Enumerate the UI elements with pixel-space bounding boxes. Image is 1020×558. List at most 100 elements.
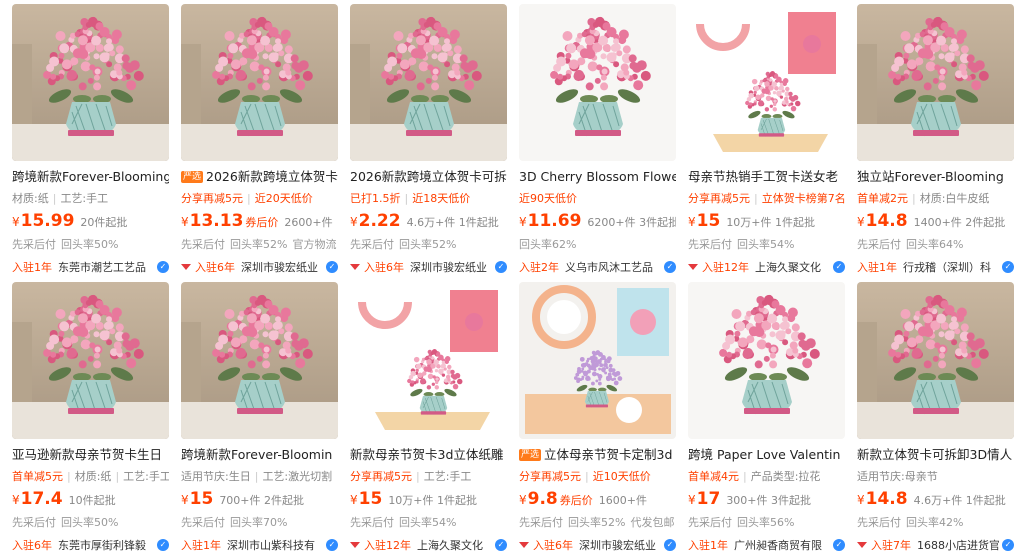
product-title[interactable]: 跨境新款Forever-Blooming bbox=[12, 168, 169, 186]
membership-years: 入驻12年 bbox=[702, 261, 749, 274]
shield-check-icon: ✓ bbox=[664, 539, 676, 551]
product-title-text[interactable]: 立体母亲节贺卡定制3d bbox=[544, 446, 672, 464]
product-tags: 分享再减5元 | 近10天低价 bbox=[519, 467, 676, 486]
price-row: ¥14.8 1400+件 2件起批 bbox=[857, 211, 1014, 233]
product-title[interactable]: 2026新款跨境立体贺卡可拆 bbox=[350, 168, 507, 186]
service-row: 先采后付 回头率56% bbox=[688, 513, 845, 532]
service-tag: 先采后付 bbox=[688, 516, 732, 529]
product-card[interactable]: 独立站Forever-Blooming 首单减2元 | 材质:白牛皮纸 ¥14.8 140… bbox=[857, 4, 1014, 280]
currency-symbol: ¥ bbox=[12, 215, 20, 229]
product-title-text[interactable]: 母亲节热销手工贺卡送女老 bbox=[688, 168, 838, 186]
shop-row[interactable]: 入驻6年 深圳市骏宏纸业 ✓ bbox=[181, 257, 338, 277]
product-title[interactable]: 亚马逊新款母亲节贺卡生日 bbox=[12, 446, 169, 464]
product-title-text[interactable]: 2026新款跨境立体贺卡可拆 bbox=[350, 168, 507, 186]
separator: | bbox=[115, 470, 120, 483]
shop-row[interactable]: 入驻1年 东莞市潮艺工艺品 ✓ bbox=[12, 257, 169, 277]
product-card[interactable]: 严选 2026新款跨境立体贺卡 分享再减5元 | 近20天低价 ¥13.13 券后价 2600… bbox=[181, 4, 338, 280]
product-image[interactable] bbox=[181, 4, 338, 161]
product-title-text[interactable]: 跨境新款Forever-Blooming bbox=[12, 168, 169, 186]
product-title[interactable]: 母亲节热销手工贺卡送女老 bbox=[688, 168, 845, 186]
shop-name[interactable]: 广州昶香商贸有限 bbox=[734, 537, 830, 553]
product-title-text[interactable]: 亚马逊新款母亲节贺卡生日 bbox=[12, 446, 162, 464]
product-card[interactable]: 3D Cherry Blossom Flowe 近90天低价 ¥11.69 6200+… bbox=[519, 4, 676, 280]
price-value: 14.8 bbox=[865, 211, 908, 231]
product-card[interactable]: 亚马逊新款母亲节贺卡生日 首单减5元 | 材质:纸 | 工艺:手工 ¥17.4 10件起批 先采… bbox=[12, 282, 169, 558]
product-image[interactable] bbox=[12, 282, 169, 439]
service-tag: 回头率50% bbox=[61, 238, 119, 251]
shop-name[interactable]: 深圳市骏宏纸业 bbox=[241, 259, 323, 275]
product-card[interactable]: 跨境新款Forever-Bloomin 适用节庆:生日 | 工艺:激光切割 ¥15 700… bbox=[181, 282, 338, 558]
product-title[interactable]: 跨境 Paper Love Valentin bbox=[688, 446, 845, 464]
shop-row[interactable]: 入驻7年 1688小店进货官 ✓ bbox=[857, 535, 1014, 555]
membership-years: 入驻1年 bbox=[12, 261, 52, 274]
shop-name[interactable]: 义乌市风沐工艺品 bbox=[565, 259, 661, 275]
product-tags: 材质:纸 | 工艺:手工 bbox=[12, 189, 169, 208]
product-image[interactable] bbox=[12, 4, 169, 161]
membership-years: 入驻6年 bbox=[195, 261, 235, 274]
shop-name[interactable]: 东莞市厚街利锋毅 bbox=[58, 537, 154, 553]
shop-row[interactable]: 入驻12年 上海久聚文化 ✓ bbox=[688, 257, 845, 277]
shield-check-icon: ✓ bbox=[833, 261, 845, 273]
shop-name[interactable]: 行戎稽（深圳）科 bbox=[903, 259, 999, 275]
product-card[interactable]: 跨境 Paper Love Valentin 首单减4元 | 产品类型:拉花 ¥17 30… bbox=[688, 282, 845, 558]
product-title-text[interactable]: 3D Cherry Blossom Flowe bbox=[519, 168, 676, 186]
product-card[interactable]: 2026新款跨境立体贺卡可拆 已打1.5折 | 近18天低价 ¥2.22 4.6万+件 1… bbox=[350, 4, 507, 280]
shop-row[interactable]: 入驻2年 义乌市风沐工艺品 ✓ bbox=[519, 257, 676, 277]
shop-name[interactable]: 深圳市山紫科技有 bbox=[227, 537, 323, 553]
yanxuan-badge: 严选 bbox=[181, 171, 204, 183]
product-title-text[interactable]: 独立站Forever-Blooming bbox=[857, 168, 1004, 186]
product-title-text[interactable]: 新款立体贺卡可拆卸3D情人 bbox=[857, 446, 1012, 464]
shop-row[interactable]: 入驻6年 深圳市骏宏纸业 ✓ bbox=[350, 257, 507, 277]
service-row: 回头率62% bbox=[519, 235, 676, 254]
shop-name[interactable]: 上海久聚文化 bbox=[755, 259, 830, 275]
shop-name[interactable]: 深圳市骏宏纸业 bbox=[410, 259, 492, 275]
product-image[interactable] bbox=[350, 282, 507, 439]
product-title[interactable]: 独立站Forever-Blooming bbox=[857, 168, 1014, 186]
service-tag: 先采后付 bbox=[519, 516, 563, 529]
product-tag: 材质:白牛皮纸 bbox=[919, 192, 990, 205]
product-tag: 立体贺卡榜第7名 bbox=[761, 192, 845, 205]
shop-row[interactable]: 入驻12年 上海久聚文化 ✓ bbox=[350, 535, 507, 555]
product-title[interactable]: 新款立体贺卡可拆卸3D情人 bbox=[857, 446, 1014, 464]
product-card[interactable]: 母亲节热销手工贺卡送女老 分享再减5元 | 立体贺卡榜第7名 ¥15 10万+件 1件起批… bbox=[688, 4, 845, 280]
product-image[interactable] bbox=[688, 282, 845, 439]
sales-count: 6200+件 3件起批 bbox=[587, 216, 676, 229]
product-tags: 分享再减5元 | 近20天低价 bbox=[181, 189, 338, 208]
product-image[interactable] bbox=[350, 4, 507, 161]
shop-row[interactable]: 入驻6年 深圳市骏宏纸业 ✓ bbox=[519, 535, 676, 555]
product-title-text[interactable]: 跨境新款Forever-Bloomin bbox=[181, 446, 332, 464]
shop-name[interactable]: 东莞市潮艺工艺品 bbox=[58, 259, 154, 275]
product-title[interactable]: 新款母亲节贺卡3d立体纸雕 bbox=[350, 446, 507, 464]
product-image[interactable] bbox=[857, 4, 1014, 161]
product-title[interactable]: 严选 立体母亲节贺卡定制3d bbox=[519, 446, 676, 464]
shop-name[interactable]: 深圳市骏宏纸业 bbox=[579, 537, 661, 553]
product-image[interactable] bbox=[688, 4, 845, 161]
product-card[interactable]: 严选 立体母亲节贺卡定制3d 分享再减5元 | 近10天低价 ¥9.8 券后价 1600+件先… bbox=[519, 282, 676, 558]
shop-row[interactable]: 入驻1年 行戎稽（深圳）科 ✓ bbox=[857, 257, 1014, 277]
product-card[interactable]: 新款立体贺卡可拆卸3D情人 适用节庆:母亲节 ¥14.8 4.6万+件 1件起批 先采后… bbox=[857, 282, 1014, 558]
shop-row[interactable]: 入驻1年 广州昶香商贸有限 ✓ bbox=[688, 535, 845, 555]
shop-name[interactable]: 上海久聚文化 bbox=[417, 537, 492, 553]
membership-years: 入驻6年 bbox=[12, 539, 52, 552]
product-card[interactable]: 新款母亲节贺卡3d立体纸雕 分享再减5元 | 工艺:手工 ¥15 10万+件 1件起批 先采… bbox=[350, 282, 507, 558]
shop-row[interactable]: 入驻6年 东莞市厚街利锋毅 ✓ bbox=[12, 535, 169, 555]
price-value: 9.8 bbox=[527, 489, 558, 509]
product-title[interactable]: 严选 2026新款跨境立体贺卡 bbox=[181, 168, 338, 186]
product-image[interactable] bbox=[519, 282, 676, 439]
product-card[interactable]: 跨境新款Forever-Blooming 材质:纸 | 工艺:手工 ¥15.99 20件起… bbox=[12, 4, 169, 280]
product-title-text[interactable]: 新款母亲节贺卡3d立体纸雕 bbox=[350, 446, 503, 464]
service-row: 先采后付 回头率42% bbox=[857, 513, 1014, 532]
product-title-text[interactable]: 2026新款跨境立体贺卡 bbox=[206, 168, 338, 186]
shop-row[interactable]: 入驻1年 深圳市山紫科技有 ✓ bbox=[181, 535, 338, 555]
service-tag: 先采后付 bbox=[181, 516, 225, 529]
sales-count: 10万+件 1件起批 bbox=[726, 216, 816, 229]
shop-name[interactable]: 1688小店进货官 bbox=[917, 537, 999, 553]
product-image[interactable] bbox=[181, 282, 338, 439]
product-image[interactable] bbox=[519, 4, 676, 161]
product-title-text[interactable]: 跨境 Paper Love Valentin bbox=[688, 446, 840, 464]
service-tag: 先采后付 bbox=[12, 238, 56, 251]
product-title[interactable]: 跨境新款Forever-Bloomin bbox=[181, 446, 338, 464]
product-tags: 首单减2元 | 材质:白牛皮纸 bbox=[857, 189, 1014, 208]
product-image[interactable] bbox=[857, 282, 1014, 439]
product-title[interactable]: 3D Cherry Blossom Flowe bbox=[519, 168, 676, 186]
